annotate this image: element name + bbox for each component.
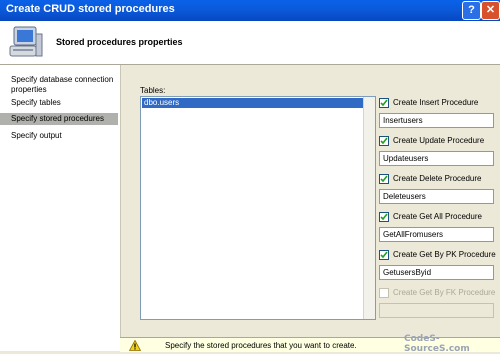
nav-item-tables[interactable]: Specify tables [0, 98, 118, 108]
update-procedure-name-field[interactable]: Updateusers [379, 151, 494, 166]
delete-procedure-name-field[interactable]: Deleteusers [379, 189, 494, 204]
insert-procedure-checkbox[interactable] [379, 98, 389, 108]
get-by-fk-procedure-checkbox[interactable] [379, 288, 389, 298]
title-bar[interactable]: Create CRUD stored procedures ? ✕ [0, 0, 500, 21]
wizard-header: Stored procedures properties [0, 21, 500, 65]
get-all-procedure-name-field[interactable]: GetAllFromusers [379, 227, 494, 242]
get-all-procedure-label[interactable]: Create Get All Procedure [393, 212, 482, 222]
wizard-steps: Specify database connection properties S… [0, 65, 120, 351]
list-item[interactable]: dbo.users [142, 98, 365, 108]
check-icon [380, 251, 388, 259]
update-procedure-label[interactable]: Create Update Procedure [393, 136, 484, 146]
get-by-pk-procedure-label[interactable]: Create Get By PK Procedure [393, 250, 496, 260]
tables-list[interactable]: dbo.users [140, 96, 376, 320]
check-icon [380, 175, 388, 183]
get-by-fk-procedure-name-field [379, 303, 494, 318]
nav-item-output[interactable]: Specify output [0, 131, 118, 141]
page-title: Stored procedures properties [56, 37, 183, 47]
status-message: Specify the stored procedures that you w… [165, 341, 357, 350]
get-by-fk-procedure-label: Create Get By FK Procedure [393, 288, 496, 297]
tables-label: Tables: [140, 86, 166, 95]
check-icon [380, 213, 388, 221]
update-procedure-checkbox[interactable] [379, 136, 389, 146]
computer-icon [9, 26, 43, 57]
check-icon [380, 99, 388, 107]
nav-item-connection[interactable]: Specify database connection properties [0, 75, 118, 95]
window-title: Create CRUD stored procedures [6, 3, 175, 15]
check-icon [380, 137, 388, 145]
insert-procedure-name-field[interactable]: Insertusers [379, 113, 494, 128]
delete-procedure-label[interactable]: Create Delete Procedure [393, 174, 482, 184]
close-button[interactable]: ✕ [481, 1, 500, 20]
get-all-procedure-checkbox[interactable] [379, 212, 389, 222]
scrollbar[interactable] [363, 97, 375, 319]
delete-procedure-checkbox[interactable] [379, 174, 389, 184]
nav-item-stored-procedures[interactable]: Specify stored procedures [0, 113, 118, 125]
insert-procedure-label[interactable]: Create Insert Procedure [393, 98, 478, 108]
get-by-pk-procedure-checkbox[interactable] [379, 250, 389, 260]
warning-icon [129, 340, 141, 351]
watermark: CodeS-SourceS.com [404, 334, 470, 354]
help-button[interactable]: ? [462, 1, 481, 20]
get-by-pk-procedure-name-field[interactable]: GetusersByid [379, 265, 494, 280]
